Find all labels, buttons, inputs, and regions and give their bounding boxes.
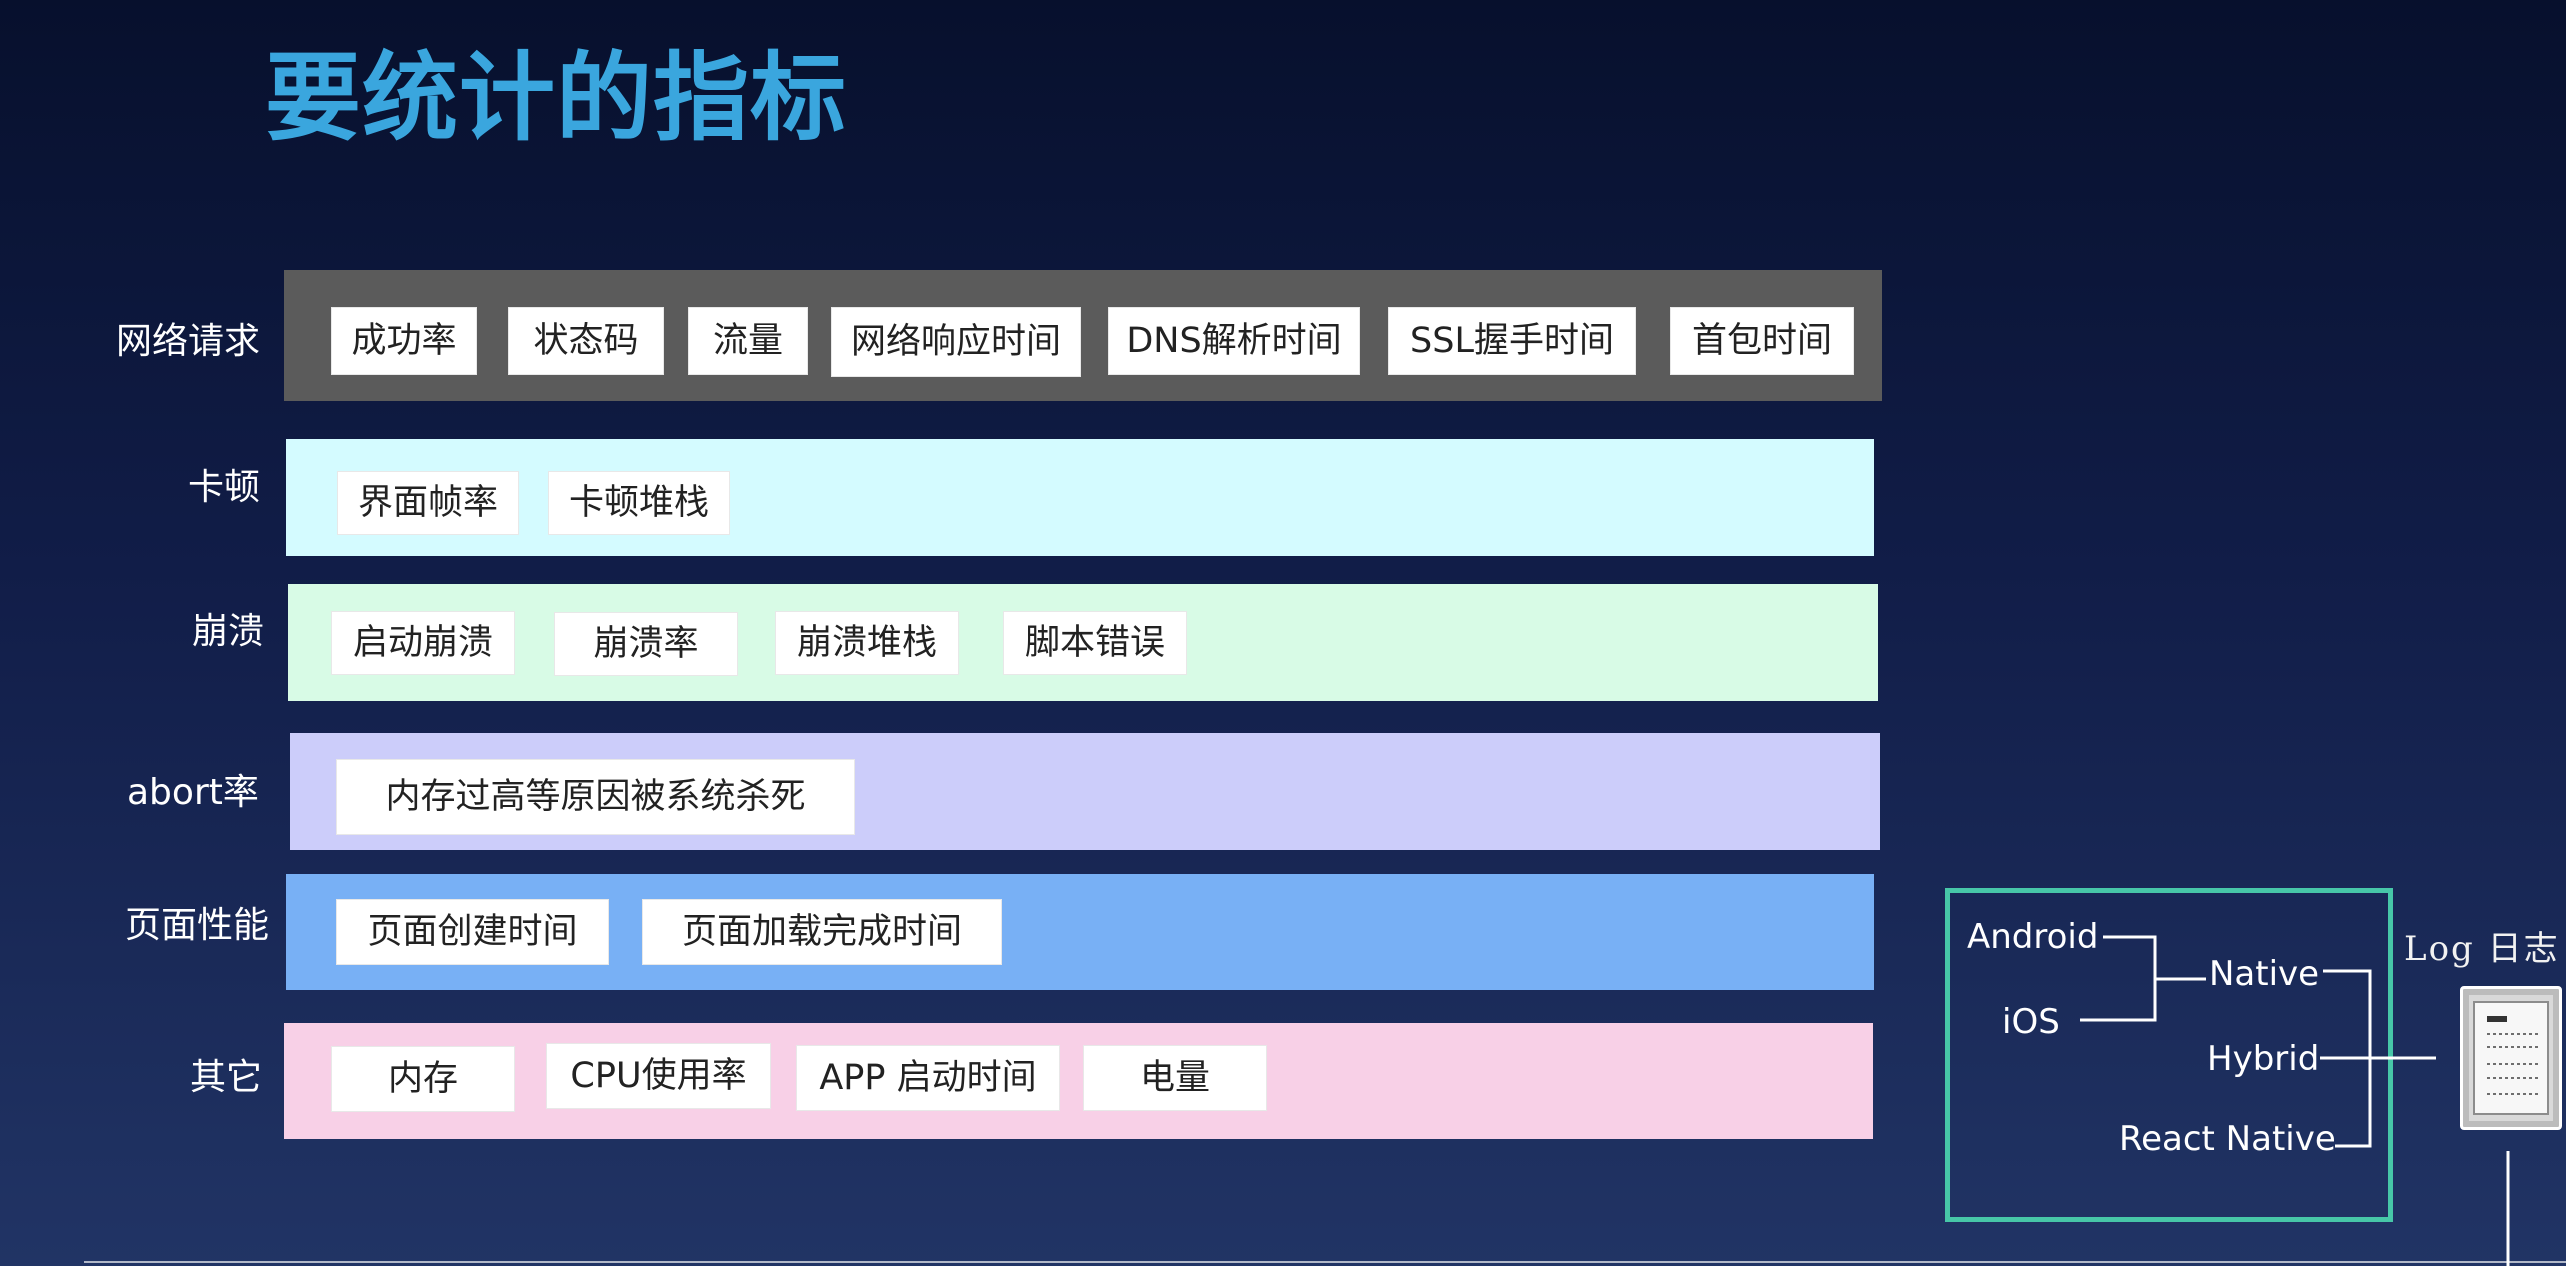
server-panel (2473, 1001, 2549, 1115)
metric-chip: 首包时间 (1670, 307, 1854, 375)
category-label-page-performance: 页面性能 (125, 905, 270, 946)
server-row-line (2487, 1063, 2539, 1065)
metric-chip: 内存 (331, 1046, 515, 1112)
metric-chip: 网络响应时间 (831, 307, 1081, 377)
metric-chip: 崩溃率 (554, 612, 738, 676)
metric-chip: 电量 (1083, 1045, 1267, 1111)
metric-chip: DNS解析时间 (1108, 307, 1360, 375)
platform-android-label: Android (1967, 917, 2099, 957)
platform-native-label: Native (2209, 954, 2320, 994)
metric-chip: APP 启动时间 (796, 1045, 1060, 1111)
category-label-jank: 卡顿 (188, 467, 261, 508)
metric-chip: 页面创建时间 (336, 899, 609, 965)
platform-react-native-label: React Native (2119, 1119, 2336, 1159)
platform-ios-label: iOS (2002, 1002, 2060, 1042)
category-bar-other (284, 1023, 1873, 1139)
log-label: Log 日志 (2404, 929, 2560, 969)
metric-chip: 成功率 (331, 307, 477, 375)
category-label-network: 网络请求 (116, 321, 261, 362)
metric-chip: CPU使用率 (546, 1043, 771, 1109)
metric-chip: 流量 (688, 307, 808, 375)
server-row-line (2487, 1093, 2539, 1095)
metric-chip: 启动崩溃 (331, 611, 515, 675)
category-label-abort: abort率 (127, 772, 259, 813)
metric-chip: 崩溃堆栈 (775, 611, 959, 675)
metric-chip: SSL握手时间 (1388, 307, 1636, 375)
metric-chip: 卡顿堆栈 (548, 471, 730, 535)
server-row-line (2487, 1033, 2539, 1035)
metric-chip: 页面加载完成时间 (642, 899, 1002, 965)
server-row-line (2487, 1046, 2539, 1048)
metric-chip: 脚本错误 (1003, 611, 1187, 675)
metric-chip: 界面帧率 (337, 471, 519, 535)
bottom-divider (84, 1261, 2566, 1263)
metric-chip: 内存过高等原因被系统杀死 (336, 759, 855, 835)
category-label-crash: 崩溃 (192, 611, 265, 652)
server-row-line (2487, 1077, 2539, 1079)
metric-chip: 状态码 (508, 307, 664, 375)
server-icon (2460, 986, 2562, 1130)
category-bar-jank (286, 439, 1874, 556)
category-label-other: 其它 (190, 1057, 263, 1098)
server-status-bar (2487, 1016, 2507, 1022)
page-title: 要统计的指标 (265, 42, 847, 154)
platform-hybrid-label: Hybrid (2207, 1039, 2320, 1079)
